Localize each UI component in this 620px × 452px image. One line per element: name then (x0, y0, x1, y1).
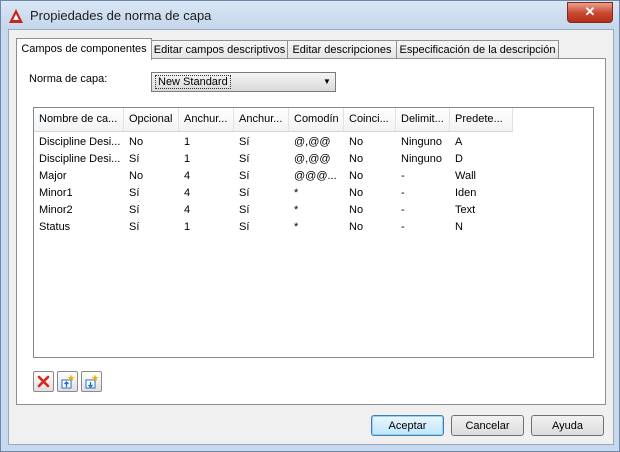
table-cell: 1 (184, 221, 191, 233)
table-cell: No (349, 204, 364, 216)
table-cell: 1 (184, 136, 191, 148)
move-up-button[interactable] (57, 371, 78, 392)
table-cell: No (129, 170, 144, 182)
help-button[interactable]: Ayuda (531, 415, 604, 436)
table-cell: Wall (455, 170, 476, 182)
column-header[interactable]: Delimit... (396, 108, 450, 131)
table-cell: Sí (239, 153, 250, 165)
table-cell: Minor2 (39, 204, 73, 216)
table-cell: Major (39, 170, 67, 182)
move-down-icon (85, 374, 99, 389)
table-cell: N (455, 221, 463, 233)
table-cell: 4 (184, 170, 191, 182)
tab-panel: Norma de capa: New Standard ▼ Nombre de … (16, 58, 606, 405)
column-header[interactable]: Comodín (289, 108, 344, 131)
layer-standard-label: Norma de capa: (29, 73, 108, 85)
delete-button[interactable] (33, 371, 54, 392)
table-cell: No (349, 170, 364, 182)
table-cell: - (401, 170, 405, 182)
table-cell: @,@@ (294, 136, 331, 148)
table-cell: Sí (239, 136, 250, 148)
column-header[interactable]: Anchur... (179, 108, 234, 131)
table-cell: Sí (239, 204, 250, 216)
table-cell: D (455, 153, 463, 165)
table-cell: * (294, 221, 299, 233)
table-cell: 4 (184, 204, 191, 216)
table-cell: @,@@ (294, 153, 331, 165)
table-cell: Status (39, 221, 71, 233)
close-icon: ✕ (584, 4, 596, 19)
table-cell: - (401, 221, 405, 233)
table-cell: Sí (239, 170, 250, 182)
column-header[interactable]: Anchur... (234, 108, 289, 131)
table-cell: Ninguno (401, 153, 442, 165)
tab-especificacion-descripcion[interactable]: Especificación de la descripción (396, 40, 559, 59)
table-cell: * (294, 204, 299, 216)
app-logo-icon (9, 9, 23, 23)
title-bar[interactable]: Propiedades de norma de capa ✕ (1, 1, 619, 29)
table-cell: Sí (239, 221, 250, 233)
move-up-icon (61, 374, 75, 389)
table-cell: No (129, 136, 144, 148)
table-cell: Iden (455, 187, 477, 199)
move-down-button[interactable] (81, 371, 102, 392)
table-cell: Text (455, 204, 476, 216)
tab-editar-descripciones[interactable]: Editar descripciones (287, 40, 397, 59)
table-cell: No (349, 221, 364, 233)
chevron-down-icon: ▼ (323, 77, 331, 86)
cancel-button[interactable]: Cancelar (451, 415, 524, 436)
column-header[interactable]: Coinci... (344, 108, 396, 131)
delete-icon (37, 375, 50, 388)
components-table[interactable]: Nombre de ca... Opcional Anchur... Anchur..… (33, 107, 594, 358)
close-button[interactable]: ✕ (567, 2, 613, 23)
column-header[interactable]: Nombre de ca... (34, 108, 124, 131)
dialog-window: Propiedades de norma de capa ✕ Campos de… (0, 0, 620, 452)
table-cell: Sí (129, 221, 140, 233)
column-header[interactable]: Opcional (124, 108, 179, 131)
table-cell: No (349, 136, 364, 148)
table-cell: Ninguno (401, 136, 442, 148)
table-cell: Sí (239, 187, 250, 199)
table-cell: No (349, 153, 364, 165)
layer-standard-dropdown[interactable]: New Standard ▼ (151, 72, 336, 92)
table-cell: No (349, 187, 364, 199)
table-cell: * (294, 187, 299, 199)
tab-campos-de-componentes[interactable]: Campos de componentes (16, 38, 152, 60)
table-cell: Discipline Desi... (39, 153, 121, 165)
table-cell: 4 (184, 187, 191, 199)
table-cell: Sí (129, 153, 140, 165)
tab-editar-campos-descriptivos[interactable]: Editar campos descriptivos (151, 40, 288, 59)
table-cell: Discipline Desi... (39, 136, 121, 148)
table-cell: Sí (129, 204, 140, 216)
table-cell: - (401, 187, 405, 199)
table-cell: - (401, 204, 405, 216)
dialog-client-area: Campos de componentes Editar campos desc… (8, 29, 614, 445)
table-cell: Minor1 (39, 187, 73, 199)
accept-button[interactable]: Aceptar (371, 415, 444, 436)
layer-standard-value: New Standard (155, 75, 231, 89)
header-divider (34, 131, 513, 132)
table-cell: 1 (184, 153, 191, 165)
table-cell: @@@... (294, 170, 337, 182)
column-header[interactable]: Predete... (450, 108, 513, 131)
table-cell: A (455, 136, 463, 148)
table-cell: Sí (129, 187, 140, 199)
window-title: Propiedades de norma de capa (30, 8, 212, 23)
